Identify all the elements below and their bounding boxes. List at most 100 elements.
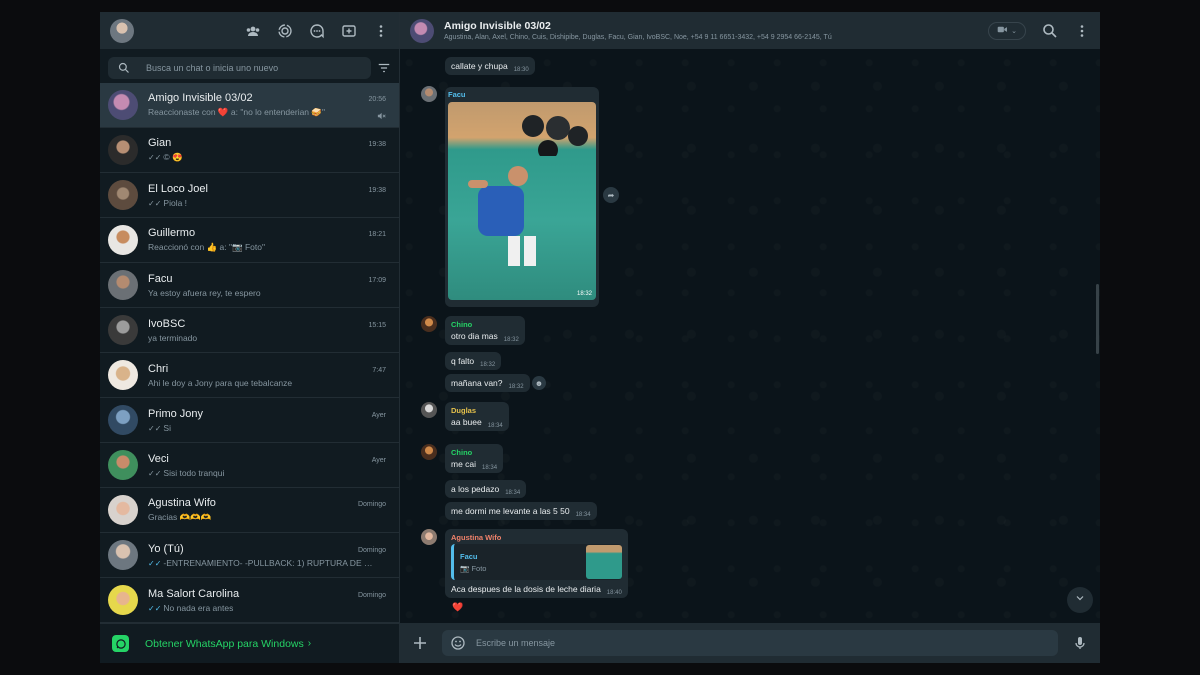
sender-avatar[interactable]	[421, 402, 437, 418]
whatsapp-logo-icon	[112, 635, 129, 652]
scrollbar[interactable]	[1096, 284, 1099, 354]
menu-icon[interactable]	[1074, 23, 1090, 39]
chat-item[interactable]: Agustina Wifo Domingo Gracias 🫶🫶🫶	[100, 488, 399, 533]
chat-preview: ✓✓ -ENTRENAMIENTO- -PULLBACK: 1) RUPTURA …	[148, 558, 378, 568]
chat-item[interactable]: Ma Salort Carolina Domingo ✓✓ No nada era …	[100, 578, 399, 623]
chat-item[interactable]: Yo (Tú) Domingo ✓✓ -ENTRENAMIENTO- -PULLBA…	[100, 533, 399, 578]
chevron-down-icon	[1074, 591, 1086, 609]
chat-list: Amigo Invisible 03/02 20:56 Reaccionaste …	[100, 83, 399, 623]
read-ticks-icon: ✓✓	[148, 468, 162, 478]
chat-time: Domingo	[357, 591, 386, 599]
channels-icon[interactable]	[309, 23, 325, 39]
left-header	[100, 12, 399, 49]
chat-avatar	[108, 270, 138, 300]
message-bubble[interactable]: mañana van? 18:32	[445, 374, 530, 392]
message-text: me dormi me levante a las 5 50	[451, 506, 570, 516]
person-image	[468, 166, 536, 266]
message-bubble[interactable]: Chino otro dia mas 18:32	[445, 316, 525, 345]
gym-photo[interactable]: 18:32	[448, 102, 596, 300]
chat-time: 18:21	[368, 231, 386, 238]
chat-name: IvoBSC	[148, 317, 186, 330]
chat-time: Domingo	[357, 501, 386, 508]
chat-name: Yo (Tú)	[148, 542, 184, 555]
read-ticks-icon: ✓✓	[148, 198, 162, 208]
emoji-react-icon[interactable]: ☻	[532, 376, 546, 390]
group-avatar[interactable]	[410, 18, 434, 43]
new-chat-icon[interactable]	[341, 23, 357, 39]
message-composer[interactable]	[442, 630, 1058, 656]
message-input[interactable]	[476, 638, 1050, 648]
get-windows-app-link[interactable]: Obtener WhatsApp para Windows ›	[100, 623, 399, 663]
chat-avatar	[108, 540, 138, 570]
microphone-icon[interactable]	[1072, 635, 1088, 651]
chat-avatar	[108, 135, 138, 165]
message-time: 18:32	[480, 362, 496, 368]
message-bubble[interactable]: a los pedazo 18:34	[445, 480, 527, 498]
chat-item[interactable]: Chri 7:47 Ahi le doy a Jony para que teba…	[100, 353, 399, 398]
get-app-label: Obtener WhatsApp para Windows	[145, 637, 304, 650]
read-ticks-icon: ✓✓	[148, 558, 162, 568]
message-time: 18:30	[513, 67, 529, 73]
attach-plus-icon[interactable]	[412, 635, 428, 651]
message-bubble[interactable]: callate y chupa 18:30	[445, 57, 535, 75]
chat-item[interactable]: Gian 19:38 ✓✓ © 😍	[100, 128, 399, 173]
message-sender: Chino	[451, 320, 473, 329]
status-icon[interactable]	[277, 23, 293, 39]
chat-item[interactable]: El Loco Joel 19:38 ✓✓ Piola !	[100, 173, 399, 218]
message-text: a los pedazo	[451, 484, 500, 494]
chat-item[interactable]: IvoBSC 15:15 ya terminado	[100, 308, 399, 353]
chat-time: Ayer	[371, 456, 386, 464]
chat-item[interactable]: Facu 17:09 Ya estoy afuera rey, te espero	[100, 263, 399, 308]
sender-avatar[interactable]	[421, 444, 437, 460]
message-bubble[interactable]: Duglas aa buee 18:34	[445, 402, 509, 431]
sender-avatar[interactable]	[421, 316, 437, 332]
heart-reaction[interactable]: ❤️	[452, 602, 463, 613]
video-call-button[interactable]: ⌄	[988, 21, 1026, 40]
chat-preview-text: -ENTRENAMIENTO- -PULLBACK: 1) RUPTURA DE…	[163, 557, 378, 568]
message-bubble[interactable]: me dormi me levante a las 5 50 18:34	[445, 502, 597, 520]
chat-preview: Reaccionaste con ❤️ a: "no lo entenderia…	[148, 107, 325, 117]
chat-item[interactable]: Veci Ayer ✓✓ Sisi todo tranqui	[100, 443, 399, 488]
filter-icon[interactable]	[377, 61, 391, 75]
conversation-header[interactable]: Amigo Invisible 03/02 Agustina, Alan, Ax…	[400, 12, 1100, 49]
chat-name: Facu	[148, 272, 173, 285]
emoji-icon[interactable]	[450, 635, 466, 651]
chat-time: 20:56	[368, 96, 386, 103]
quoted-message[interactable]: Facu 📷 Foto	[451, 544, 622, 580]
sender-avatar[interactable]	[421, 86, 437, 102]
chat-item[interactable]: Amigo Invisible 03/02 20:56 Reaccionaste …	[100, 83, 399, 128]
read-ticks-icon: ✓✓	[148, 603, 162, 613]
chat-name: Chri	[148, 362, 169, 375]
camera-icon: 📷	[460, 563, 472, 573]
search-icon[interactable]	[1042, 23, 1058, 39]
message-time: 18:34	[575, 512, 591, 518]
photo-message[interactable]: Facu 18:32	[445, 87, 599, 307]
message-time: 18:34	[487, 423, 503, 429]
message-bubble[interactable]: Agustina Wifo Facu 📷 Foto Aca despues de…	[445, 529, 628, 598]
search-box[interactable]	[108, 57, 371, 79]
chat-avatar	[108, 315, 138, 345]
photo-time: 18:32	[576, 291, 592, 297]
sender-avatar[interactable]	[421, 529, 437, 545]
message-area[interactable]: callate y chupa 18:30 Facu 18:32 ➦ Chino…	[400, 49, 1100, 623]
chat-name: Gian	[148, 137, 172, 149]
chat-item[interactable]: Primo Jony Ayer ✓✓ Si	[100, 398, 399, 443]
search-input[interactable]	[146, 63, 346, 73]
chat-name: Guillermo	[148, 227, 196, 239]
chat-preview: Gracias 🫶🫶🫶	[148, 512, 212, 522]
muted-icon	[376, 108, 386, 119]
my-profile-avatar[interactable]	[110, 18, 134, 43]
chevron-down-icon: ⌄	[1011, 27, 1017, 35]
chat-item[interactable]: Guillermo 18:21 Reaccionó con 👍 a: "📷 Fot…	[100, 218, 399, 263]
communities-icon[interactable]	[245, 23, 261, 39]
forward-icon[interactable]: ➦	[603, 187, 619, 203]
scroll-to-bottom-button[interactable]	[1067, 587, 1093, 613]
message-sender: Facu	[448, 90, 466, 99]
menu-icon[interactable]	[373, 23, 389, 39]
quoted-text: 📷 Foto	[460, 564, 486, 573]
message-sender: Duglas	[451, 406, 477, 415]
message-bubble[interactable]: q falto 18:32	[445, 352, 502, 370]
message-sender: Agustina Wifo	[451, 533, 502, 542]
message-bubble[interactable]: Chino me cai 18:34	[445, 444, 504, 473]
chat-preview: ✓✓ No nada era antes	[148, 603, 233, 613]
